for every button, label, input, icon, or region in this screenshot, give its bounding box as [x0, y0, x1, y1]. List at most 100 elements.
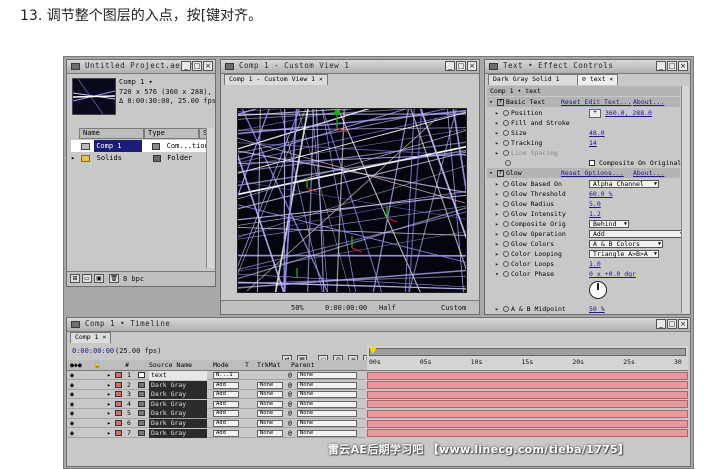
glow-effect[interactable]: ▾fGlowReset Options...About... [487, 168, 680, 178]
expand-arrow-icon[interactable]: ▸ [495, 118, 503, 128]
layer-label-color[interactable] [115, 390, 122, 399]
blend-mode-dropdown[interactable]: Add [213, 420, 239, 427]
project-titlebar[interactable]: Untitled Project.aep * _ □ × [67, 60, 215, 74]
stopwatch-icon[interactable] [503, 110, 509, 116]
new-comp-button[interactable]: ▣ [94, 274, 104, 283]
position-property[interactable]: ▸Position+360.0, 288.0 [487, 108, 680, 118]
column-trkmat[interactable]: TrkMat [257, 360, 280, 370]
layer-label-color[interactable] [115, 371, 122, 380]
composite-original-dropdown[interactable]: ▸Composite OrigBehind▼ [487, 219, 680, 229]
column-parent[interactable]: Parent [291, 360, 314, 370]
stopwatch-icon[interactable] [503, 231, 509, 237]
stopwatch-icon[interactable] [503, 221, 509, 227]
expand-arrow-icon[interactable]: ▸ [495, 239, 503, 249]
line-spacing-property[interactable]: ▸Line Spacing [487, 148, 680, 158]
tracking-property[interactable]: ▸Tracking14 [487, 138, 680, 148]
view-dropdown[interactable]: Custom [441, 304, 466, 312]
track-matte-dropdown[interactable]: None [257, 382, 283, 389]
property-value[interactable]: 1.2 [589, 209, 601, 219]
layer-source-name[interactable]: text [149, 371, 207, 380]
glow-radius-property[interactable]: ▸Glow Radius5.0 [487, 199, 680, 209]
layer-label-color[interactable] [115, 429, 122, 438]
parent-dropdown[interactable]: None [297, 401, 357, 408]
layer-source-name[interactable]: Dark Gray [149, 400, 207, 409]
ab-midpoint-property[interactable]: ▸A & B Midpoint50 % [487, 304, 680, 314]
expand-arrow-icon[interactable]: ▸ [107, 429, 111, 438]
column-mode[interactable]: Mode [213, 360, 229, 370]
dropdown[interactable]: Add▼ [589, 230, 685, 238]
expand-arrow-icon[interactable]: ▸ [495, 128, 503, 138]
expand-arrow-icon[interactable]: ▸ [495, 199, 503, 209]
fill-stroke-group[interactable]: ▸Fill and Stroke [487, 118, 680, 128]
collapse-arrow-icon[interactable]: ▾ [489, 168, 497, 178]
glow-colors-dropdown[interactable]: ▸Glow ColorsA & B Colors▼ [487, 239, 680, 249]
time-ruler[interactable]: 00s05s10s15s20s25s30 [367, 346, 688, 371]
stopwatch-icon[interactable] [505, 160, 511, 166]
dropdown[interactable]: A & B Colors▼ [589, 240, 663, 248]
minimize-button[interactable]: _ [445, 61, 455, 71]
column-type[interactable]: Type [144, 128, 199, 139]
stopwatch-icon[interactable] [503, 201, 509, 207]
maximize-button[interactable]: □ [456, 61, 466, 71]
expand-arrow-icon[interactable]: ▸ [107, 381, 111, 390]
column-source-name[interactable]: Source Name [149, 360, 192, 370]
blend-mode-dropdown[interactable]: Add [213, 391, 239, 398]
blend-mode-dropdown[interactable]: Add [213, 410, 239, 417]
stopwatch-icon[interactable] [503, 261, 509, 267]
eye-icon[interactable]: ◉ [70, 390, 74, 399]
zoom-level[interactable]: 50% [291, 304, 304, 312]
effect-link[interactable]: About... [633, 168, 664, 178]
expand-arrow-icon[interactable]: ▸ [495, 108, 503, 118]
crosshair-icon[interactable]: + [589, 109, 601, 118]
blend-mode-dropdown[interactable]: N...1 [213, 372, 239, 379]
minimize-button[interactable]: _ [656, 319, 666, 329]
effect-link[interactable]: Reset Edit Text... [561, 97, 631, 107]
parent-pick-whip-icon[interactable]: @ [288, 390, 292, 399]
stopwatch-icon[interactable] [503, 191, 509, 197]
layer-row[interactable]: ◉▸6Dark GrayAddNone@None [67, 419, 365, 428]
eye-icon[interactable]: ◉ [70, 429, 74, 438]
parent-pick-whip-icon[interactable]: @ [288, 429, 292, 438]
track-matte-dropdown[interactable]: None [257, 420, 283, 427]
eye-icon[interactable]: ◉ [70, 381, 74, 390]
blend-mode-dropdown[interactable]: Add [213, 401, 239, 408]
work-area-bar[interactable] [369, 348, 686, 356]
layer-row[interactable]: ◉▸4Dark GrayAddNone@None [67, 400, 365, 409]
viewer-timecode[interactable]: 0:00:00:00 [325, 304, 367, 312]
expand-arrow-icon[interactable]: ▸ [107, 419, 111, 428]
timeline-titlebar[interactable]: Comp 1 • Timeline _ □ × [67, 318, 690, 332]
effect-link[interactable]: About... [633, 97, 664, 107]
resolution-dropdown[interactable]: Half [379, 304, 396, 312]
color-phase-property[interactable]: ▾Color Phase0 x +0.0 dgr [487, 269, 680, 279]
layer-duration-bar[interactable] [367, 381, 688, 389]
glow-threshold-property[interactable]: ▸Glow Threshold60.0 % [487, 189, 680, 199]
eye-icon[interactable]: ◉ [70, 419, 74, 428]
column-t[interactable]: T [245, 360, 249, 370]
maximize-button[interactable]: □ [667, 61, 677, 71]
stopwatch-icon[interactable] [503, 251, 509, 257]
stopwatch-icon[interactable] [503, 130, 509, 136]
project-scrollbar[interactable] [206, 128, 214, 268]
effect-link[interactable]: Reset Options... [561, 168, 624, 178]
layer-duration-bar[interactable] [367, 391, 688, 399]
tab-comp-view[interactable]: Comp 1 - Custom View 1 × [224, 74, 328, 85]
blend-mode-dropdown[interactable]: Add [213, 382, 239, 389]
color-loops-property[interactable]: ▸Color Loops1.0 [487, 259, 680, 269]
expand-arrow-icon[interactable]: ▸ [107, 390, 111, 399]
layer-row[interactable]: ◉▸3Dark GrayAddNone@None [67, 390, 365, 399]
minimize-button[interactable]: _ [656, 61, 666, 71]
expand-arrow-icon[interactable]: ▸ [495, 249, 503, 259]
effects-scrollbar[interactable] [681, 86, 689, 313]
property-value[interactable]: 60.0 % [589, 189, 612, 199]
project-item-folder[interactable]: ▸ Solids Folder [71, 152, 207, 164]
collapse-arrow-icon[interactable]: ▾ [495, 269, 503, 279]
property-value[interactable]: 14 [589, 138, 597, 148]
expand-arrow-icon[interactable]: ▸ [495, 179, 503, 189]
glow-operation-dropdown[interactable]: ▸Glow OperationAdd▼ [487, 229, 680, 239]
dropdown[interactable]: Alpha Channel▼ [589, 180, 659, 188]
layer-duration-bar[interactable] [367, 429, 688, 437]
close-button[interactable]: × [203, 61, 213, 71]
color-phase-dial-knob[interactable] [589, 281, 607, 299]
dropdown[interactable]: Triangle A>B>A▼ [589, 250, 659, 258]
parent-pick-whip-icon[interactable]: @ [288, 419, 292, 428]
